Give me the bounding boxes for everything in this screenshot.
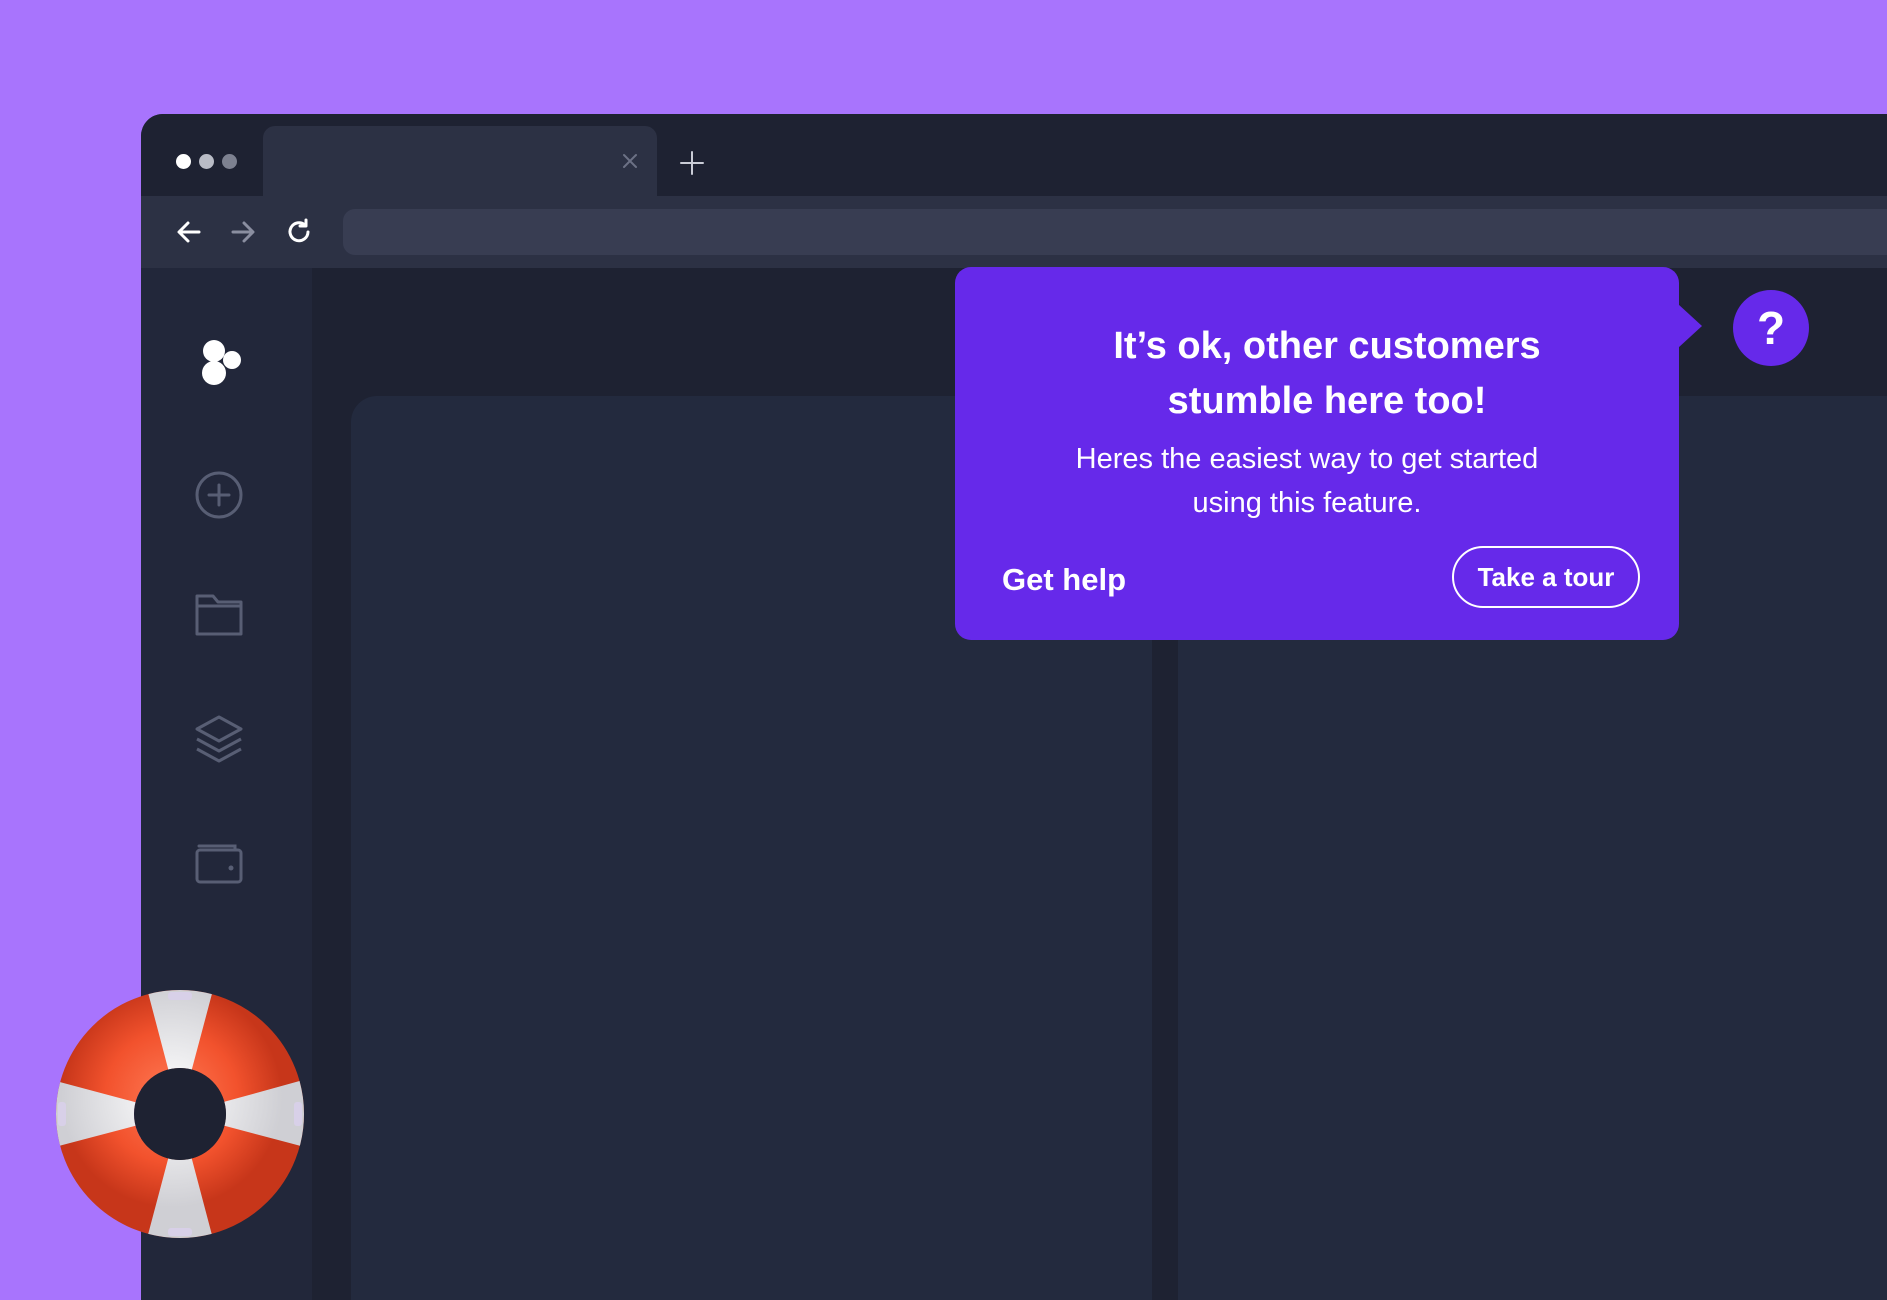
take-tour-button[interactable]: Take a tour (1452, 546, 1640, 608)
lifebuoy-icon (56, 990, 304, 1238)
arrow-left-icon[interactable] (173, 216, 205, 248)
browser-tab[interactable] (263, 126, 657, 196)
close-icon[interactable] (619, 150, 641, 172)
window-controls (176, 154, 237, 169)
get-help-link[interactable]: Get help (1002, 562, 1126, 598)
popover-title: It’s ok, other customers stumble here to… (1113, 325, 1541, 422)
question-mark-icon: ? (1756, 302, 1786, 354)
help-popover: It’s ok, other customers stumble here to… (955, 267, 1679, 640)
arrow-right-icon[interactable] (227, 216, 259, 248)
logo-icon[interactable] (193, 338, 245, 390)
wallet-icon[interactable] (193, 836, 245, 888)
folder-icon[interactable] (193, 588, 245, 640)
window-dot-icon[interactable] (199, 154, 214, 169)
plus-icon[interactable] (677, 148, 707, 178)
window-dot-icon[interactable] (222, 154, 237, 169)
window-dot-icon[interactable] (176, 154, 191, 169)
layers-icon[interactable] (193, 713, 245, 765)
address-bar[interactable] (343, 209, 1887, 255)
navigation-bar (141, 196, 1887, 268)
popover-body: Heres the easiest way to get started usi… (1075, 443, 1539, 519)
tab-bar (141, 114, 1887, 196)
reload-icon[interactable] (283, 216, 315, 248)
help-button[interactable]: ? (1733, 290, 1809, 366)
add-circle-icon[interactable] (193, 469, 245, 521)
popover-arrow (1678, 304, 1702, 348)
